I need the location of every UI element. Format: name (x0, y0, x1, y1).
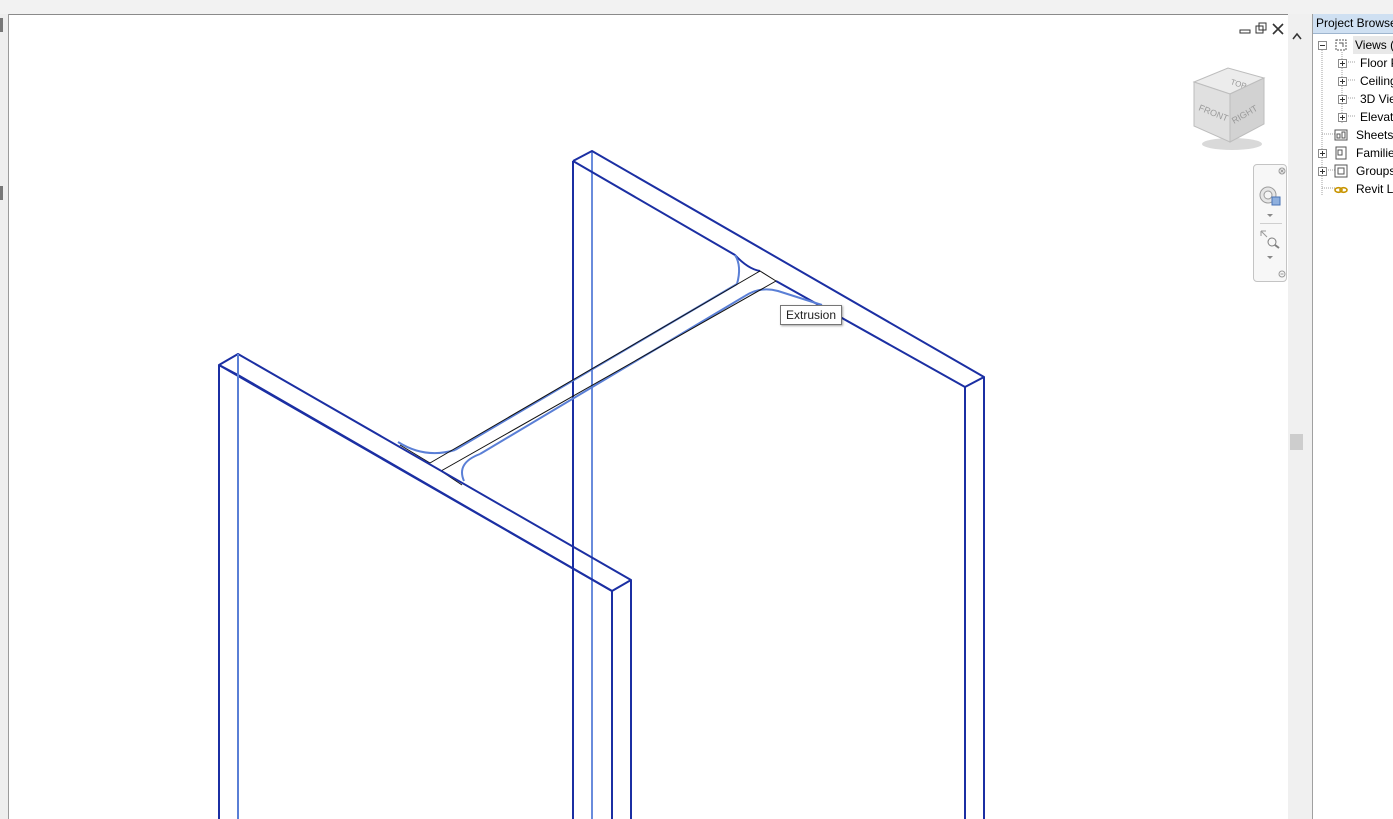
collapse-icon[interactable] (1318, 41, 1327, 50)
view-window-controls (1236, 22, 1286, 38)
steering-wheel-icon[interactable] (1258, 183, 1282, 209)
section-outline (429, 270, 777, 472)
3d-view-canvas[interactable] (9, 14, 1288, 819)
tree-item-revit-links[interactable]: Revit Li (1313, 180, 1393, 198)
expand-icon[interactable] (1338, 113, 1347, 122)
tree-item-label: Elevati (1360, 110, 1393, 124)
panel-splitter[interactable] (1305, 14, 1313, 819)
model-edge (775, 280, 966, 388)
tree-item-ceiling-plans[interactable]: Ceiling (1313, 72, 1393, 90)
tree-item-sheets[interactable]: Sheets (1313, 126, 1393, 144)
views-icon (1335, 39, 1347, 51)
model-edge (237, 374, 613, 592)
scrollbar-thumb[interactable] (1290, 434, 1303, 450)
expand-icon[interactable] (1338, 59, 1347, 68)
navbar-options-icon[interactable] (1278, 270, 1286, 278)
project-browser: Project Browser Views ( Floor P Ceiling (1313, 14, 1393, 819)
extrusion-model[interactable] (9, 14, 1288, 819)
sheets-icon (1334, 129, 1348, 141)
groups-icon (1334, 164, 1348, 178)
minimize-icon[interactable] (1238, 22, 1252, 36)
tree-item-label: Views ( (1353, 36, 1393, 54)
vertical-scrollbar[interactable] (1288, 14, 1305, 819)
close-icon[interactable] (1271, 22, 1285, 36)
chevron-down-icon[interactable] (1266, 213, 1274, 219)
tree-item-floor-plans[interactable]: Floor P (1313, 54, 1393, 72)
expand-icon[interactable] (1338, 77, 1347, 86)
tree-item-families[interactable]: Familie (1313, 144, 1393, 162)
tree-item-3d-views[interactable]: 3D Vie (1313, 90, 1393, 108)
top-toolbar-strip (0, 0, 1393, 14)
project-browser-title: Project Browser (1313, 14, 1393, 34)
tree-item-label: Ceiling (1360, 74, 1393, 88)
chevron-down-icon[interactable] (1266, 255, 1274, 261)
families-icon (1335, 146, 1347, 160)
navbar-close-icon[interactable] (1278, 167, 1286, 175)
tree-item-label: Floor P (1360, 56, 1393, 70)
web-edge (479, 295, 746, 455)
section-outline (399, 444, 431, 464)
expand-icon[interactable] (1318, 149, 1327, 158)
left-panel-edge (0, 14, 9, 819)
left-panel-marker (0, 186, 3, 200)
tree-item-elevations[interactable]: Elevati (1313, 108, 1393, 126)
tree-item-label: 3D Vie (1360, 92, 1393, 106)
tree-item-groups[interactable]: Groups (1313, 162, 1393, 180)
left-panel-marker (0, 18, 3, 32)
model-edge (572, 150, 985, 388)
link-icon (1334, 186, 1348, 194)
model-edge (572, 160, 761, 272)
tree-item-label: Sheets (1356, 128, 1393, 142)
tooltip: Extrusion (780, 305, 843, 325)
tree-item-label: Familie (1356, 146, 1393, 160)
model-edge (218, 364, 239, 376)
tree-item-label: Revit Li (1356, 182, 1393, 196)
navigation-bar (1253, 164, 1287, 282)
restore-icon[interactable] (1254, 22, 1268, 36)
expand-icon[interactable] (1338, 95, 1347, 104)
tree-item-views[interactable]: Views ( (1313, 36, 1393, 54)
navbar-divider (1260, 223, 1282, 224)
zoom-icon[interactable] (1259, 229, 1281, 249)
expand-icon[interactable] (1318, 167, 1327, 176)
front-flange-top (218, 353, 632, 592)
viewcube[interactable]: TOP FRONT RIGHT (1186, 62, 1274, 154)
tree-item-label: Groups (1356, 164, 1393, 178)
scroll-up-icon[interactable] (1292, 32, 1302, 40)
